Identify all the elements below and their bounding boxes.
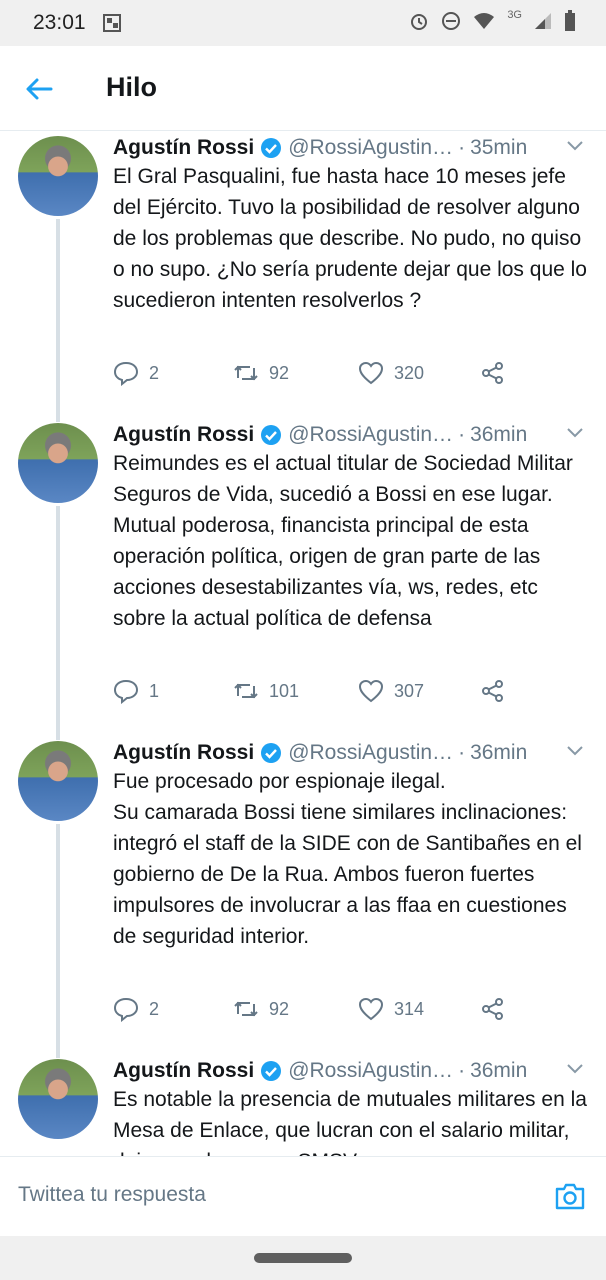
thread-connector: [56, 824, 60, 1058]
tweet-actions: 1 101 307: [113, 678, 593, 710]
retweet-button[interactable]: 92: [233, 360, 289, 386]
reply-bar: Twittea tu respuesta: [0, 1156, 606, 1237]
author-name[interactable]: Agustín Rossi: [113, 423, 254, 447]
author-handle[interactable]: @RossiAgustin…: [288, 1059, 453, 1083]
chevron-down-icon[interactable]: [566, 427, 584, 439]
author-handle[interactable]: @RossiAgustin…: [288, 741, 453, 765]
retweet-button[interactable]: 92: [233, 996, 289, 1022]
back-arrow-icon[interactable]: [24, 74, 54, 104]
retweet-icon: [234, 683, 258, 699]
separator-dot: ·: [458, 741, 466, 764]
share-button[interactable]: [480, 996, 506, 1022]
avatar[interactable]: [18, 1059, 98, 1139]
thread-connector: [56, 414, 60, 422]
reply-icon: [113, 997, 139, 1022]
share-icon: [482, 680, 503, 702]
network-type-label: 3G: [507, 9, 522, 21]
reply-icon: [113, 361, 139, 386]
reply-count: 2: [149, 362, 160, 383]
like-button[interactable]: 307: [358, 678, 424, 704]
author-handle[interactable]: @RossiAgustin…: [288, 136, 453, 160]
tweet-header: Agustín Rossi @RossiAgustin… · 35min: [113, 131, 527, 165]
status-icons: 3G: [409, 9, 576, 32]
reply-button[interactable]: 2: [113, 996, 159, 1022]
verified-badge-icon: [261, 138, 282, 158]
thread-connector: [56, 732, 60, 740]
author-name[interactable]: Agustín Rossi: [113, 136, 254, 160]
retweet-count: 92: [269, 362, 290, 383]
separator-dot: ·: [458, 136, 466, 159]
reply-count: 1: [149, 680, 160, 701]
chevron-down-icon[interactable]: [566, 140, 584, 152]
tweet-text: Fue procesado por espionaje ilegal. Su c…: [113, 770, 582, 948]
share-button[interactable]: [480, 678, 506, 704]
wifi-icon: [474, 13, 495, 29]
heart-icon: [358, 679, 384, 703]
separator-dot: ·: [458, 1059, 466, 1082]
battery-icon: [565, 10, 575, 31]
verified-badge-icon: [261, 1061, 282, 1081]
avatar[interactable]: [18, 136, 98, 216]
tweet-time: 36min: [470, 423, 528, 446]
tweet-header: Agustín Rossi @RossiAgustin… · 36min: [113, 418, 527, 452]
tweet-actions: 2 92 314: [113, 996, 593, 1028]
reply-input[interactable]: Twittea tu respuesta: [18, 1183, 206, 1207]
tweet-header: Agustín Rossi @RossiAgustin… · 36min: [113, 736, 527, 770]
do-not-disturb-icon: [442, 12, 461, 30]
separator-dot: ·: [458, 423, 466, 446]
page-title: Hilo: [106, 72, 157, 102]
share-icon: [482, 362, 503, 384]
tweet-actions: 2 92 320: [113, 360, 593, 392]
like-count: 307: [394, 680, 425, 701]
thread-connector: [56, 1050, 60, 1058]
retweet-count: 101: [269, 680, 300, 701]
author-name[interactable]: Agustín Rossi: [113, 741, 254, 765]
heart-icon: [358, 997, 384, 1021]
share-button[interactable]: [480, 360, 506, 386]
tweet-time: 36min: [470, 741, 528, 764]
avatar[interactable]: [18, 423, 98, 503]
author-name[interactable]: Agustín Rossi: [113, 1059, 254, 1083]
home-gesture-pill[interactable]: [254, 1253, 352, 1263]
thread-connector: [56, 506, 60, 740]
retweet-count: 92: [269, 998, 290, 1019]
alarm-icon: [411, 14, 428, 30]
author-handle[interactable]: @RossiAgustin…: [288, 423, 453, 447]
reply-icon: [113, 679, 139, 704]
system-nav-bar: [0, 1236, 606, 1280]
tweet-header: Agustín Rossi @RossiAgustin… · 36min: [113, 1054, 527, 1088]
camera-icon[interactable]: [554, 1181, 586, 1211]
tweet-time: 35min: [470, 136, 528, 159]
tweet-text: El Gral Pasqualini, fue hasta hace 10 me…: [113, 165, 587, 312]
retweet-icon: [234, 1001, 258, 1017]
reply-button[interactable]: 1: [113, 678, 159, 704]
heart-icon: [358, 361, 384, 385]
avatar[interactable]: [18, 741, 98, 821]
tweet-text: Es notable la presencia de mutuales mili…: [113, 1088, 587, 1156]
chevron-down-icon[interactable]: [566, 1063, 584, 1075]
status-time: 23:01: [33, 11, 86, 34]
thread-connector: [56, 219, 60, 419]
like-button[interactable]: 320: [358, 360, 424, 386]
verified-badge-icon: [261, 425, 282, 445]
reply-count: 2: [149, 998, 160, 1019]
gallery-notification-icon: [103, 14, 121, 32]
share-icon: [482, 998, 503, 1020]
like-button[interactable]: 314: [358, 996, 424, 1022]
like-count: 314: [394, 998, 425, 1019]
status-bar: 23:01 3G: [0, 0, 606, 46]
chevron-down-icon[interactable]: [566, 745, 584, 757]
like-count: 320: [394, 362, 425, 383]
reply-button[interactable]: 2: [113, 360, 159, 386]
signal-icon: [535, 13, 551, 29]
app-bar: Hilo: [0, 46, 606, 131]
thread[interactable]: Agustín Rossi @RossiAgustin… · 35min El …: [0, 131, 606, 1156]
retweet-button[interactable]: 101: [233, 678, 299, 704]
retweet-icon: [234, 365, 258, 381]
tweet-text: Reimundes es el actual titular de Socied…: [113, 452, 573, 630]
tweet-time: 36min: [470, 1059, 528, 1082]
verified-badge-icon: [261, 743, 282, 763]
